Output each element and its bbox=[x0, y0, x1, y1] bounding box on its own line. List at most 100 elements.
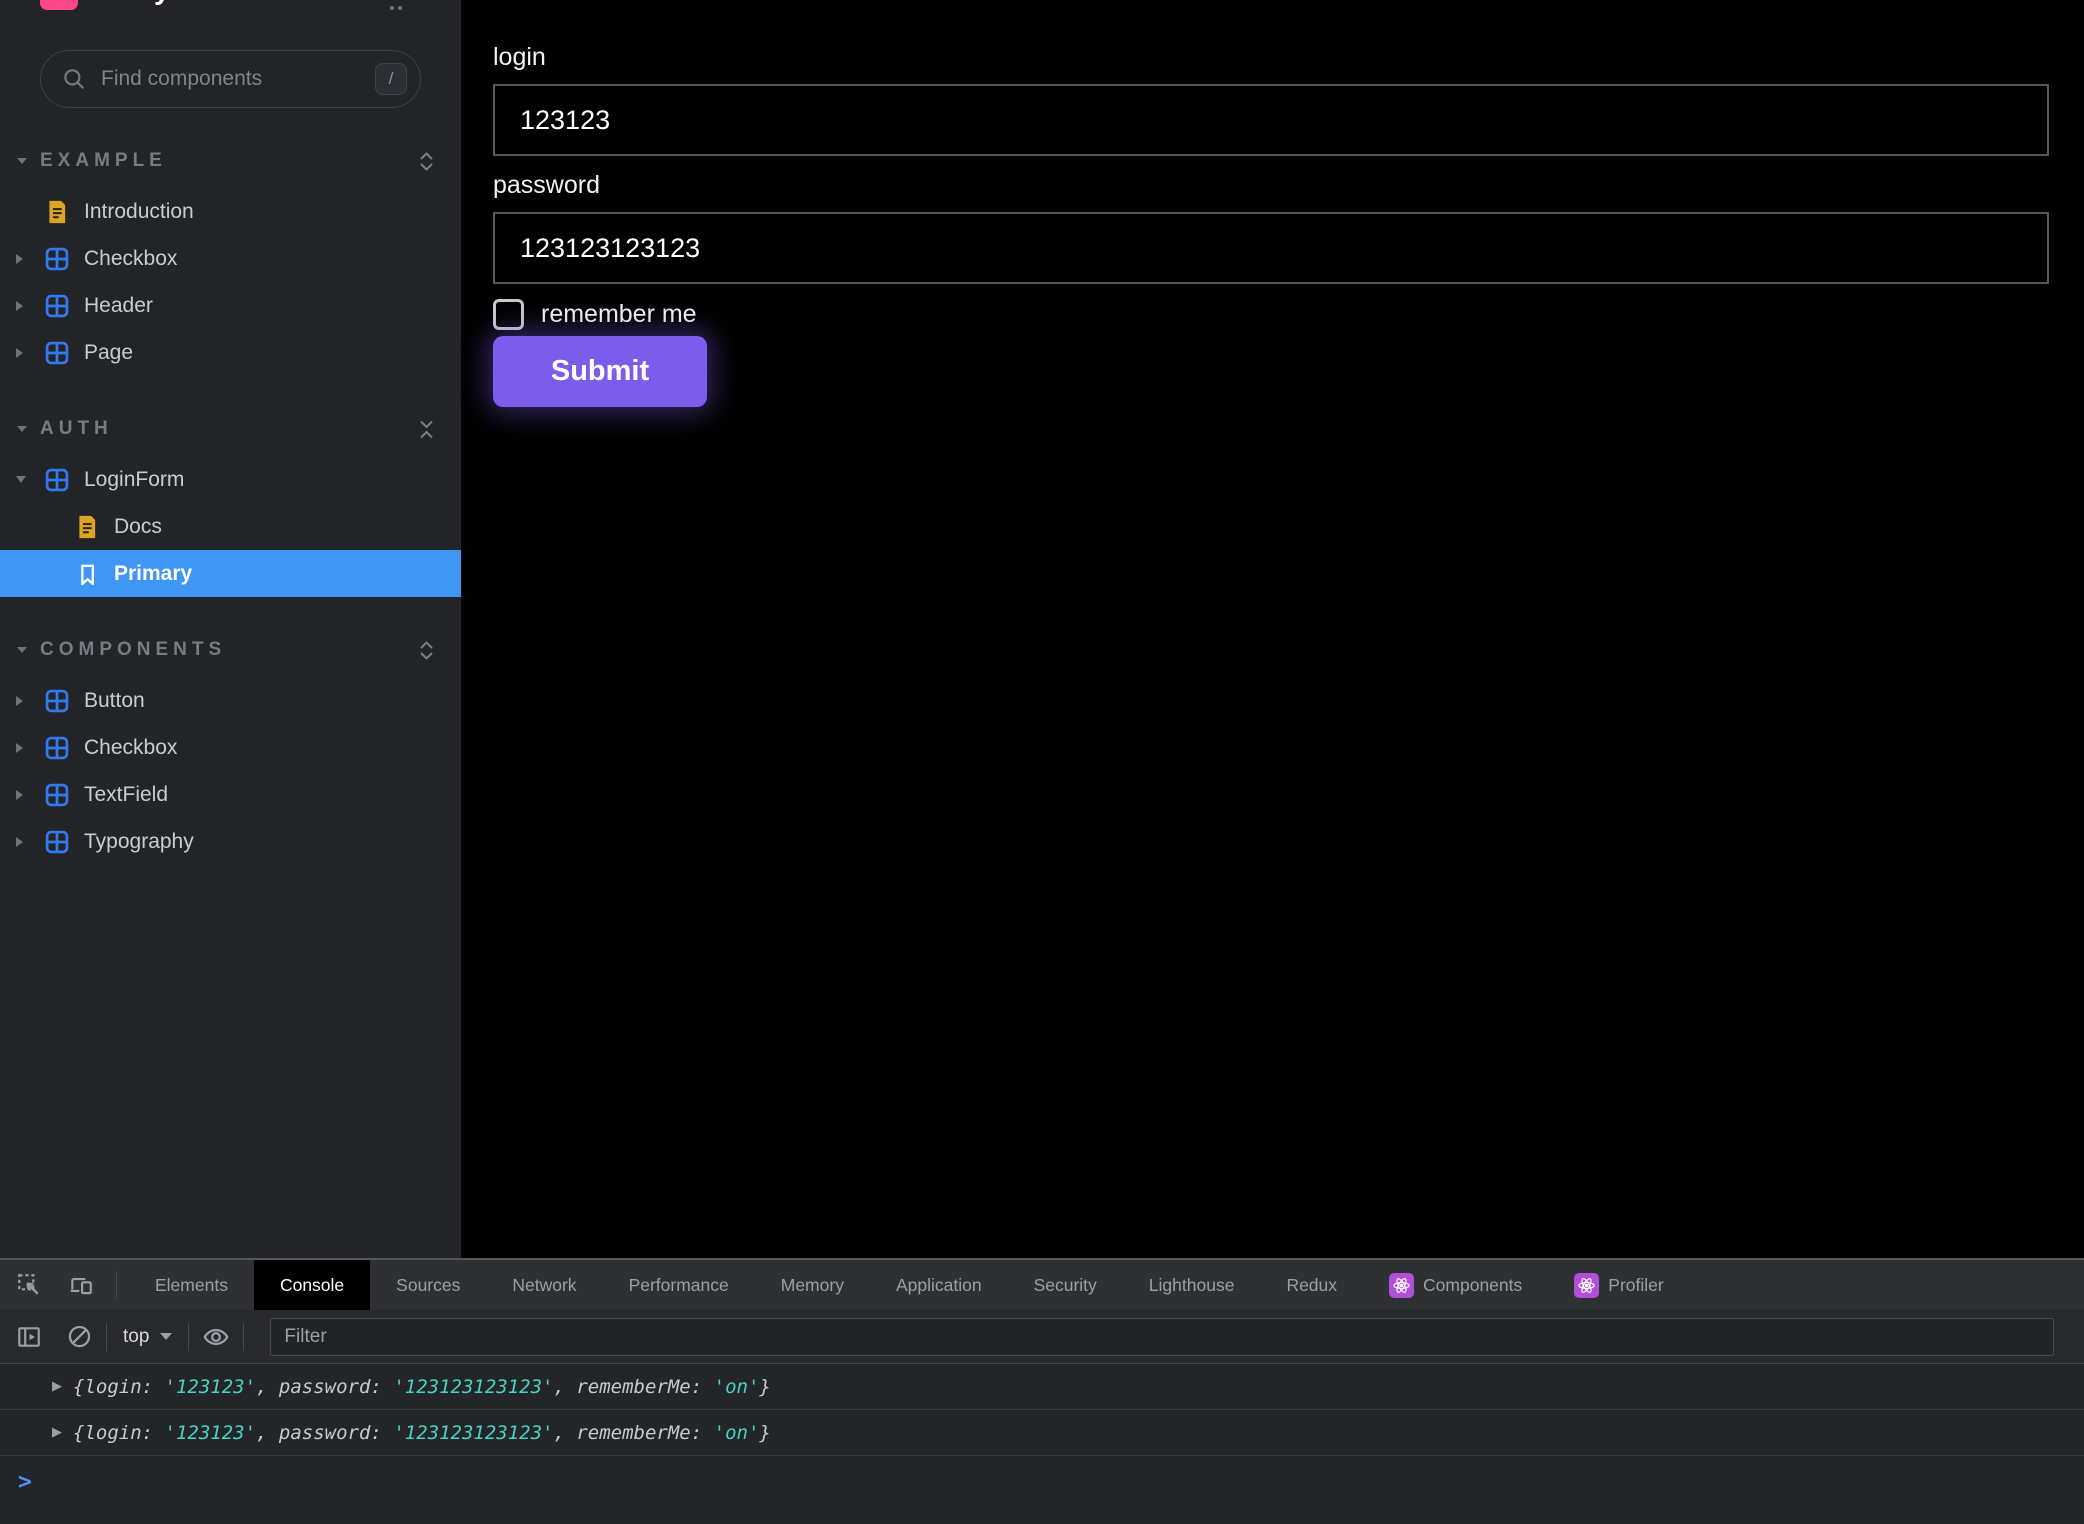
inspect-element-icon[interactable] bbox=[14, 1270, 44, 1300]
submit-button[interactable]: Submit bbox=[493, 336, 707, 407]
caret-down-icon[interactable] bbox=[16, 476, 43, 483]
log-text: , password: bbox=[256, 1422, 393, 1444]
search-box[interactable]: / bbox=[40, 50, 421, 108]
storybook-logo-icon[interactable] bbox=[40, 0, 78, 10]
remember-checkbox[interactable] bbox=[493, 299, 524, 330]
tab-label: Application bbox=[896, 1275, 982, 1296]
search-input[interactable] bbox=[99, 66, 375, 92]
tab-elements[interactable]: Elements bbox=[129, 1260, 254, 1310]
remember-label: remember me bbox=[541, 299, 697, 330]
section-header-auth[interactable]: AUTH bbox=[0, 412, 461, 446]
sidebar-item-label: Header bbox=[84, 294, 153, 318]
sidebar-item-label: LoginForm bbox=[84, 468, 184, 492]
sidebar-section-components: COMPONENTS Button bbox=[0, 633, 461, 865]
clear-console-icon[interactable] bbox=[64, 1322, 94, 1352]
console-filter-input[interactable] bbox=[270, 1318, 2054, 1356]
component-icon bbox=[43, 781, 71, 809]
log-text: {login: bbox=[73, 1376, 165, 1398]
component-icon bbox=[43, 339, 71, 367]
log-string: '123123' bbox=[165, 1422, 257, 1444]
tab-sources[interactable]: Sources bbox=[370, 1260, 486, 1310]
login-form: login password remember me Submit bbox=[493, 42, 2049, 407]
sidebar-section-example: EXAMPLE Introduction bbox=[0, 144, 461, 376]
sidebar-item-checkbox-2[interactable]: Checkbox bbox=[0, 724, 461, 771]
console-input-row[interactable]: > bbox=[0, 1456, 2084, 1495]
sidebar-item-label: Checkbox bbox=[84, 736, 177, 760]
section-header-components[interactable]: COMPONENTS bbox=[0, 633, 461, 667]
expand-all-icon[interactable] bbox=[416, 150, 437, 173]
sidebar-item-header[interactable]: Header bbox=[0, 282, 461, 329]
shortcuts-icon[interactable] bbox=[386, 0, 406, 12]
frame-context-select[interactable]: top bbox=[119, 1326, 176, 1348]
caret-right-icon[interactable] bbox=[16, 743, 43, 753]
sidebar-item-label: Introduction bbox=[84, 200, 194, 224]
expand-triangle-icon[interactable]: ▶ bbox=[52, 1379, 62, 1394]
collapse-all-icon[interactable] bbox=[416, 418, 437, 441]
log-text: {login: bbox=[73, 1422, 165, 1444]
tab-label: Console bbox=[280, 1275, 344, 1296]
component-icon bbox=[43, 734, 71, 762]
tab-security[interactable]: Security bbox=[1008, 1260, 1123, 1310]
console-log-row[interactable]: ▶ {login: '123123', password: '123123123… bbox=[0, 1364, 2084, 1410]
sidebar-item-docs[interactable]: Docs bbox=[0, 503, 461, 550]
tab-memory[interactable]: Memory bbox=[755, 1260, 870, 1310]
log-string: '123123123123' bbox=[393, 1422, 553, 1444]
tab-console[interactable]: Console bbox=[254, 1260, 370, 1310]
console-sidebar-toggle-icon[interactable] bbox=[14, 1322, 44, 1352]
slash-shortcut-badge: / bbox=[375, 63, 407, 95]
sidebar-item-button[interactable]: Button bbox=[0, 677, 461, 724]
live-expression-eye-icon[interactable] bbox=[201, 1322, 231, 1352]
sidebar-item-checkbox[interactable]: Checkbox bbox=[0, 235, 461, 282]
tab-lighthouse[interactable]: Lighthouse bbox=[1123, 1260, 1261, 1310]
caret-down-icon[interactable] bbox=[17, 158, 27, 164]
caret-right-icon[interactable] bbox=[16, 254, 43, 264]
devtools-toolbar-icons bbox=[0, 1260, 104, 1310]
caret-right-icon[interactable] bbox=[16, 696, 43, 706]
sidebar-item-textfield[interactable]: TextField bbox=[0, 771, 461, 818]
doc-icon bbox=[73, 513, 101, 541]
sidebar-item-introduction[interactable]: Introduction bbox=[0, 188, 461, 235]
search-icon bbox=[61, 66, 87, 92]
tab-label: Network bbox=[512, 1275, 576, 1296]
tab-profiler[interactable]: Profiler bbox=[1548, 1260, 1689, 1310]
caret-down-icon[interactable] bbox=[17, 647, 27, 653]
login-label: login bbox=[493, 42, 2049, 72]
caret-right-icon[interactable] bbox=[16, 348, 43, 358]
console-prompt-icon: > bbox=[18, 1469, 32, 1495]
toolbar-divider bbox=[243, 1323, 244, 1351]
log-text: } bbox=[759, 1422, 770, 1444]
log-text: } bbox=[759, 1376, 770, 1398]
component-icon bbox=[43, 245, 71, 273]
tab-components[interactable]: Components bbox=[1363, 1260, 1548, 1310]
tab-redux[interactable]: Redux bbox=[1260, 1260, 1363, 1310]
device-toolbar-icon[interactable] bbox=[66, 1270, 96, 1300]
tab-application[interactable]: Application bbox=[870, 1260, 1008, 1310]
caret-right-icon[interactable] bbox=[16, 790, 43, 800]
log-string: '123123' bbox=[165, 1376, 257, 1398]
tab-network[interactable]: Network bbox=[486, 1260, 602, 1310]
sidebar-item-typography[interactable]: Typography bbox=[0, 818, 461, 865]
section-header-example[interactable]: EXAMPLE bbox=[0, 144, 461, 178]
section-label: COMPONENTS bbox=[40, 639, 226, 661]
console-log-row[interactable]: ▶ {login: '123123', password: '123123123… bbox=[0, 1410, 2084, 1456]
password-input[interactable] bbox=[493, 212, 2049, 284]
frame-context-label: top bbox=[123, 1326, 149, 1348]
caret-right-icon[interactable] bbox=[16, 301, 43, 311]
expand-triangle-icon[interactable]: ▶ bbox=[52, 1425, 62, 1440]
login-input[interactable] bbox=[493, 84, 2049, 156]
sidebar-item-page[interactable]: Page bbox=[0, 329, 461, 376]
component-icon bbox=[43, 466, 71, 494]
log-string: 'on' bbox=[714, 1376, 760, 1398]
sidebar-item-primary[interactable]: Primary bbox=[0, 550, 461, 597]
caret-right-icon[interactable] bbox=[16, 837, 43, 847]
react-icon bbox=[1574, 1273, 1599, 1298]
tab-performance[interactable]: Performance bbox=[603, 1260, 755, 1310]
sidebar-item-label: Page bbox=[84, 341, 133, 365]
expand-all-icon[interactable] bbox=[416, 639, 437, 662]
tab-label: Memory bbox=[781, 1275, 844, 1296]
log-text: , rememberMe: bbox=[553, 1376, 713, 1398]
remember-row: remember me bbox=[493, 298, 2049, 330]
caret-down-icon[interactable] bbox=[17, 426, 27, 432]
log-string: 'on' bbox=[714, 1422, 760, 1444]
sidebar-item-loginform[interactable]: LoginForm bbox=[0, 456, 461, 503]
